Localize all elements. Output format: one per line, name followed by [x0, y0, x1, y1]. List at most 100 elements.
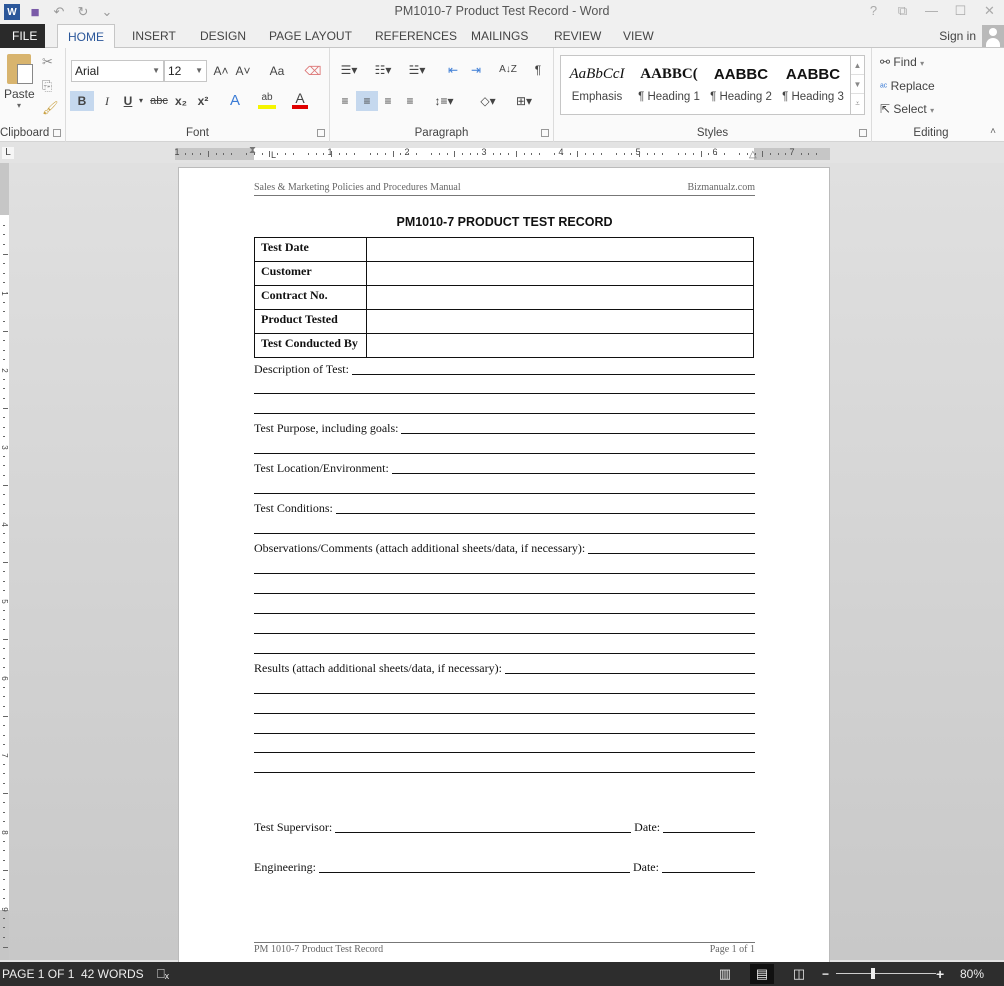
blank-line[interactable] [254, 413, 755, 414]
sort-button[interactable]: A↓Z [498, 60, 518, 80]
blank-line[interactable] [401, 433, 755, 434]
blank-line[interactable] [254, 733, 755, 734]
sign-in-link[interactable]: Sign in [939, 24, 976, 48]
font-launcher-icon[interactable] [317, 129, 325, 137]
tab-view[interactable]: VIEW [613, 24, 664, 48]
results-field[interactable]: Results (attach additional sheets/data, … [254, 660, 755, 674]
blank-line[interactable] [254, 633, 755, 634]
tab-selector[interactable]: L [2, 147, 14, 159]
maximize-button[interactable]: ☐ [946, 0, 975, 24]
gallery-scrollbar[interactable]: ▲ ▼ ⩡ [850, 56, 864, 114]
select-button[interactable]: ⇱ Select ▾ [880, 102, 934, 116]
chevron-down-icon[interactable]: ▼ [152, 61, 160, 81]
blank-line[interactable] [391, 473, 755, 474]
blank-line[interactable] [588, 553, 755, 554]
find-button[interactable]: ⚯ Find ▾ [880, 55, 924, 69]
read-mode-icon[interactable]: ▥ [713, 964, 737, 984]
superscript-button[interactable]: x² [194, 91, 212, 111]
copy-icon[interactable]: ⎘ [42, 78, 52, 94]
table-value-cell[interactable] [366, 237, 754, 262]
cut-icon[interactable]: ✂ [42, 54, 53, 70]
font-name-combobox[interactable]: Arial ▼ [71, 60, 164, 82]
underline-dropdown-icon[interactable]: ▾ [137, 91, 145, 111]
tab-design[interactable]: DESIGN [190, 24, 256, 48]
tab-insert[interactable]: INSERT [122, 24, 186, 48]
clear-formatting-icon[interactable]: ⌫ [304, 61, 322, 81]
zoom-in-button[interactable]: + [936, 962, 944, 986]
blank-line[interactable] [504, 673, 755, 674]
bold-button[interactable]: B [70, 91, 94, 111]
gallery-more-icon[interactable]: ⩡ [851, 94, 864, 113]
paste-dropdown-icon[interactable]: ▾ [4, 101, 34, 110]
tab-page-layout[interactable]: PAGE LAYOUT [259, 24, 362, 48]
bullets-icon[interactable]: ☰▾ [336, 60, 362, 80]
vertical-ruler[interactable]: 1 2 3 4 5 6 7 8 9 [0, 163, 9, 960]
styles-launcher-icon[interactable] [859, 129, 867, 137]
date-line[interactable] [663, 832, 755, 833]
shading-icon[interactable]: ◇▾ [474, 91, 502, 111]
table-value-cell[interactable] [366, 261, 754, 286]
location-field[interactable]: Test Location/Environment: [254, 460, 755, 474]
blank-line[interactable] [335, 513, 755, 514]
signature-line[interactable] [318, 872, 630, 873]
grow-font-button[interactable]: A˄ [212, 61, 230, 81]
borders-icon[interactable]: ⊞▾ [510, 91, 538, 111]
avatar[interactable] [982, 25, 1004, 47]
blank-line[interactable] [254, 772, 755, 773]
numbering-icon[interactable]: ☷▾ [370, 60, 396, 80]
zoom-level[interactable]: 80% [960, 962, 984, 986]
underline-button[interactable]: U [119, 91, 137, 111]
change-case-button[interactable]: Aa [262, 61, 292, 81]
table-value-cell[interactable] [366, 309, 754, 334]
horizontal-ruler[interactable]: 1 1 2 3 4 5 6 7 ⧗ L △ [174, 145, 830, 160]
help-button[interactable]: ? [859, 0, 888, 24]
multilevel-list-icon[interactable]: ☱▾ [404, 60, 430, 80]
gallery-down-icon[interactable]: ▼ [851, 75, 864, 94]
chevron-down-icon[interactable]: ▾ [930, 106, 934, 115]
blank-line[interactable] [254, 493, 755, 494]
tab-home[interactable]: HOME [57, 24, 115, 49]
text-effects-button[interactable]: A [226, 91, 244, 111]
right-indent-marker[interactable]: △ [749, 149, 757, 160]
close-button[interactable]: ✕ [975, 0, 1004, 24]
minimize-button[interactable]: — [917, 0, 946, 24]
gallery-up-icon[interactable]: ▲ [851, 56, 864, 75]
blank-line[interactable] [254, 573, 755, 574]
italic-button[interactable]: I [98, 91, 116, 111]
purpose-field[interactable]: Test Purpose, including goals: [254, 420, 755, 434]
blank-line[interactable] [254, 613, 755, 614]
word-count-status[interactable]: 42 WORDS [81, 962, 144, 986]
subscript-button[interactable]: x₂ [172, 91, 190, 111]
shrink-font-button[interactable]: A˅ [234, 61, 252, 81]
chevron-down-icon[interactable]: ▼ [195, 61, 203, 81]
chevron-down-icon[interactable]: ▾ [920, 59, 924, 68]
font-size-combobox[interactable]: 12 ▼ [164, 60, 207, 82]
tab-review[interactable]: REVIEW [544, 24, 611, 48]
collapse-ribbon-icon[interactable]: ˄ [990, 126, 996, 137]
page-count-status[interactable]: PAGE 1 OF 1 [2, 962, 74, 986]
tab-references[interactable]: REFERENCES [365, 24, 467, 48]
zoom-slider[interactable] [836, 973, 936, 974]
blank-line[interactable] [254, 453, 755, 454]
format-painter-icon[interactable]: 🖌 [42, 100, 59, 116]
blank-line[interactable] [254, 653, 755, 654]
observations-field[interactable]: Observations/Comments (attach additional… [254, 540, 755, 554]
increase-indent-icon[interactable]: ⇥ [467, 60, 485, 80]
blank-line[interactable] [254, 713, 755, 714]
justify-icon[interactable]: ≡ [401, 91, 419, 111]
print-layout-icon[interactable]: ▤ [750, 964, 774, 984]
blank-line[interactable] [351, 374, 755, 375]
replace-button[interactable]: ᵃᶜ Replace [880, 79, 935, 93]
blank-line[interactable] [254, 593, 755, 594]
supervisor-signature-row[interactable]: Test Supervisor: Date: [254, 819, 755, 833]
clipboard-launcher-icon[interactable] [53, 129, 61, 137]
align-right-icon[interactable]: ≡ [379, 91, 397, 111]
conditions-field[interactable]: Test Conditions: [254, 500, 755, 514]
blank-line[interactable] [254, 533, 755, 534]
show-hide-button[interactable]: ¶ [530, 60, 546, 80]
align-center-icon[interactable]: ≡ [356, 91, 378, 111]
align-left-icon[interactable]: ≡ [336, 91, 354, 111]
zoom-slider-thumb[interactable] [871, 968, 875, 979]
style-heading-2[interactable]: AABBC ¶ Heading 2 [705, 56, 777, 114]
web-layout-icon[interactable]: ◫ [787, 964, 811, 984]
